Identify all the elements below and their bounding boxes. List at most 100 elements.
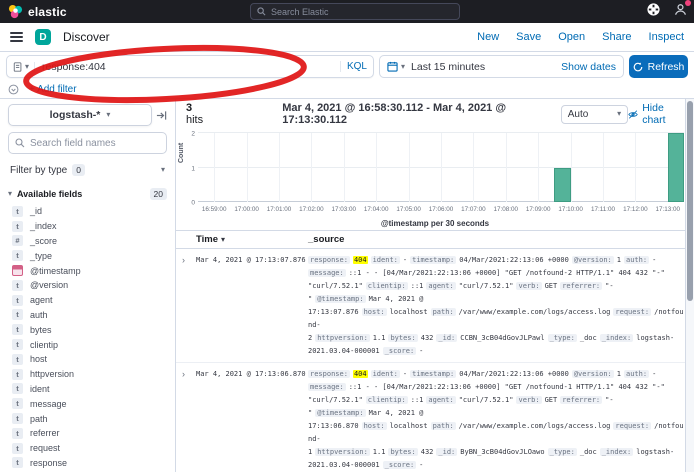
elastic-logo[interactable]: elastic bbox=[8, 4, 67, 19]
string-field-icon: t bbox=[12, 250, 23, 261]
interval-select[interactable]: Auto ▾ bbox=[561, 105, 628, 124]
show-dates-button[interactable]: Show dates bbox=[561, 61, 616, 73]
field-name: @version bbox=[30, 280, 68, 290]
field-item-agent[interactable]: tagent bbox=[8, 293, 167, 308]
global-search-input[interactable]: Search Elastic bbox=[250, 3, 460, 20]
filter-options-icon[interactable] bbox=[8, 84, 19, 95]
source-value: - bbox=[403, 256, 407, 264]
refresh-button[interactable]: Refresh bbox=[629, 55, 688, 78]
source-value: _doc bbox=[580, 448, 597, 456]
index-pattern-select[interactable]: logstash-* ▾ bbox=[8, 104, 152, 126]
source-field-name: timestamp: bbox=[410, 370, 456, 378]
field-name: auth bbox=[30, 310, 48, 320]
source-field-name: response: bbox=[308, 256, 350, 264]
source-column-header: _source bbox=[308, 234, 344, 245]
query-text[interactable]: response:404 bbox=[42, 61, 340, 73]
gridline bbox=[409, 133, 410, 202]
source-value: localhost bbox=[390, 308, 428, 316]
vertical-scrollbar[interactable] bbox=[685, 99, 694, 472]
available-fields-header[interactable]: ▾ Available fields 20 bbox=[8, 188, 167, 200]
menu-icon[interactable] bbox=[10, 32, 23, 42]
field-name: _id bbox=[30, 206, 42, 216]
field-item-path[interactable]: tpath bbox=[8, 411, 167, 426]
field-item-clientip[interactable]: tclientip bbox=[8, 337, 167, 352]
chevron-down-icon: ▾ bbox=[161, 166, 165, 174]
source-value: "curl/7.52.1" bbox=[459, 282, 514, 290]
y-tick-label: 2 bbox=[179, 131, 195, 138]
expand-row-icon[interactable]: › bbox=[182, 368, 196, 380]
table-row: ›Mar 4, 2021 @ 17:13:06.870response:404i… bbox=[176, 363, 694, 472]
saved-query-menu-button[interactable]: ▾ bbox=[13, 62, 35, 72]
saved-query-icon bbox=[13, 62, 23, 72]
field-name: clientip bbox=[30, 340, 58, 350]
deployments-icon[interactable] bbox=[646, 2, 661, 17]
field-item-request[interactable]: trequest bbox=[8, 441, 167, 456]
field-name: path bbox=[30, 414, 48, 424]
sort-descending-icon: ▾ bbox=[221, 235, 225, 244]
source-value: _doc bbox=[580, 334, 597, 342]
source-value: ::1 bbox=[411, 396, 424, 404]
histogram-bar[interactable] bbox=[554, 168, 570, 203]
field-item-_type[interactable]: t_type bbox=[8, 248, 167, 263]
filter-by-type-count: 0 bbox=[72, 164, 85, 176]
source-field-name: referrer: bbox=[560, 396, 602, 404]
date-picker[interactable]: ▾ Last 15 minutes Show dates bbox=[379, 55, 624, 78]
string-field-icon: t bbox=[12, 295, 23, 306]
field-item-referrer[interactable]: treferrer bbox=[8, 426, 167, 441]
app-action-open[interactable]: Open bbox=[558, 31, 585, 43]
source-value: ByBN_3cB04dGovJLOawo bbox=[460, 448, 544, 456]
filter-by-type-toggle[interactable]: Filter by type 0 ▾ bbox=[8, 160, 167, 180]
add-filter-button[interactable]: + Add filter bbox=[29, 84, 77, 95]
app-action-share[interactable]: Share bbox=[602, 31, 631, 43]
row-source: response:404ident:-timestamp:04/Mar/2021… bbox=[308, 368, 688, 472]
histogram-bar[interactable] bbox=[668, 133, 684, 202]
string-field-icon: t bbox=[12, 324, 23, 335]
hits-count: 3 hits bbox=[186, 102, 210, 126]
discover-app-badge[interactable]: D bbox=[35, 29, 51, 45]
string-field-icon: t bbox=[12, 383, 23, 394]
field-item-@version[interactable]: t@version bbox=[8, 278, 167, 293]
x-tick-label: 17:06:00 bbox=[429, 206, 454, 213]
expand-row-icon[interactable]: › bbox=[182, 254, 196, 266]
time-column-header[interactable]: Time▾ bbox=[196, 234, 308, 245]
field-item-message[interactable]: tmessage bbox=[8, 396, 167, 411]
field-item-_score[interactable]: #_score bbox=[8, 234, 167, 249]
field-item-httpversion[interactable]: thttpversion bbox=[8, 367, 167, 382]
gridline bbox=[538, 133, 539, 202]
x-tick-label: 17:03:00 bbox=[332, 206, 357, 213]
scrollbar-thumb[interactable] bbox=[687, 101, 693, 301]
fields-sidebar: logstash-* ▾ Search field names Filter b… bbox=[0, 99, 176, 472]
user-avatar[interactable] bbox=[673, 2, 688, 17]
source-field-name: message: bbox=[308, 383, 346, 391]
field-item-auth[interactable]: tauth bbox=[8, 308, 167, 323]
query-input[interactable]: ▾ response:404 KQL bbox=[6, 55, 374, 78]
plot-area[interactable]: 01216:59:0017:00:0017:01:0017:02:0017:03… bbox=[198, 133, 684, 202]
string-field-icon: t bbox=[12, 369, 23, 380]
app-action-inspect[interactable]: Inspect bbox=[649, 31, 684, 43]
source-value: 04/Mar/2021:22:13:06 +0000 bbox=[459, 256, 569, 264]
field-item-_index[interactable]: t_index bbox=[8, 219, 167, 234]
source-value: 04/Mar/2021:22:13:06 +0000 bbox=[459, 370, 569, 378]
time-range-value[interactable]: Last 15 minutes bbox=[411, 61, 485, 73]
page-title: Discover bbox=[63, 30, 110, 44]
app-action-new[interactable]: New bbox=[477, 31, 499, 43]
field-item-response[interactable]: tresponse bbox=[8, 456, 167, 471]
gridline bbox=[473, 133, 474, 202]
collapse-sidebar-icon[interactable] bbox=[156, 110, 167, 121]
field-item-host[interactable]: thost bbox=[8, 352, 167, 367]
hide-chart-button[interactable]: Hide chart bbox=[628, 102, 686, 126]
x-tick-label: 17:11:00 bbox=[591, 206, 615, 213]
field-item-@timestamp[interactable]: @timestamp bbox=[8, 263, 167, 278]
field-search-input[interactable]: Search field names bbox=[8, 132, 167, 154]
source-field-name: agent: bbox=[426, 282, 455, 290]
source-field-name: @timestamp: bbox=[315, 409, 365, 417]
source-field-name: httpversion: bbox=[315, 334, 370, 342]
field-item-ident[interactable]: tident bbox=[8, 382, 167, 397]
source-value: 1.1 bbox=[373, 448, 386, 456]
app-action-save[interactable]: Save bbox=[516, 31, 541, 43]
source-field-name: request: bbox=[613, 422, 651, 430]
source-field-name: verb: bbox=[516, 396, 541, 404]
field-item-bytes[interactable]: tbytes bbox=[8, 322, 167, 337]
field-item-_id[interactable]: t_id bbox=[8, 204, 167, 219]
query-language-button[interactable]: KQL bbox=[340, 61, 367, 72]
